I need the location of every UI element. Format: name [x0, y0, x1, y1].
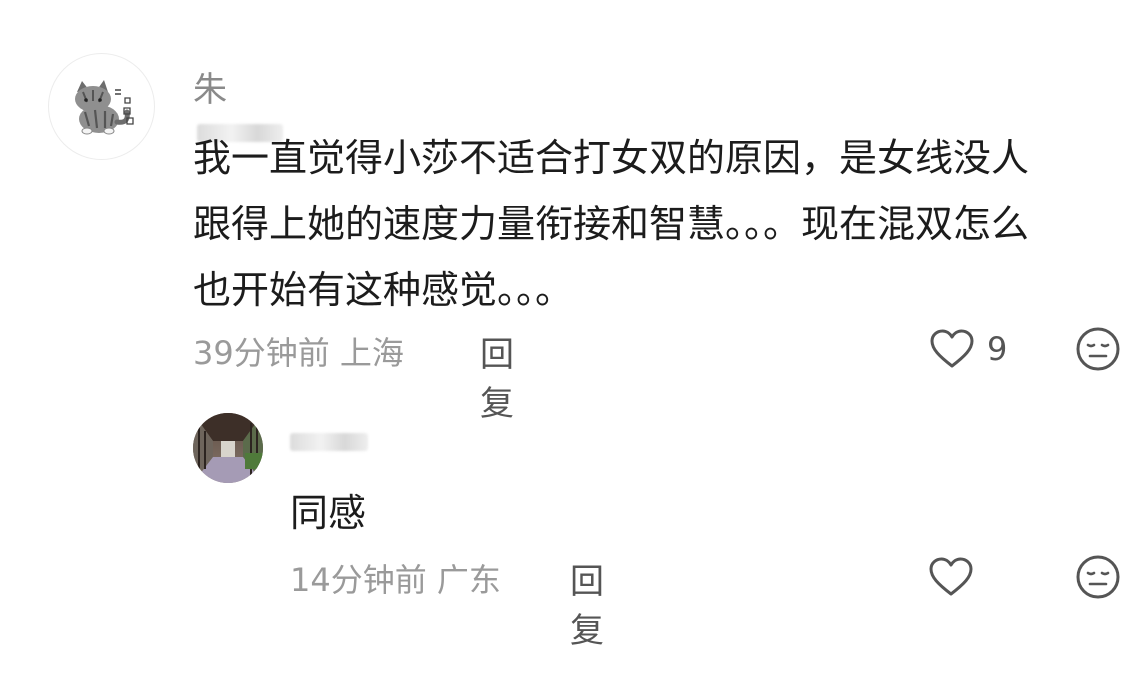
comment-location: 上海 — [339, 334, 404, 372]
meh-face-icon — [1076, 327, 1120, 371]
comment-meta: 39分钟前 上海 — [193, 328, 404, 374]
comment-time: 39分钟前 — [193, 334, 330, 372]
comment-text-line: 跟得上她的速度力量衔接和智慧。。。现在混双怎么 — [193, 202, 1030, 246]
heart-outline-icon — [930, 329, 974, 368]
meh-face-icon — [1076, 555, 1120, 599]
heart-outline-icon — [929, 557, 973, 596]
dislike-button[interactable] — [1075, 326, 1121, 376]
reply-button[interactable]: 回复 — [480, 327, 514, 425]
avatar[interactable] — [48, 53, 155, 160]
username-redaction — [290, 432, 368, 451]
like-button[interactable] — [928, 556, 974, 602]
reply-location: 广东 — [436, 561, 501, 599]
reply-username[interactable] — [290, 420, 368, 460]
reply-button[interactable]: 回复 — [570, 554, 604, 652]
reply-time: 14分钟前 — [290, 561, 427, 599]
avatar[interactable] — [193, 413, 263, 483]
comment-text-line: 也开始有这种感觉。。。 — [193, 268, 574, 312]
like-count: 9 — [987, 330, 1008, 368]
corridor-photo-avatar-icon — [193, 413, 263, 483]
username-visible: 朱 — [193, 70, 228, 110]
comment-text: 我一直觉得小莎不适合打女双的原因，是女线没人 跟得上她的速度力量衔接和智慧。。。… — [193, 125, 1029, 323]
comment-text-line: 我一直觉得小莎不适合打女双的原因，是女线没人 — [193, 136, 1030, 180]
like-button[interactable] — [929, 328, 975, 374]
cat-avatar-icon — [75, 80, 134, 135]
dislike-button[interactable] — [1075, 554, 1121, 604]
reply-text: 同感 — [290, 491, 367, 535]
reply-meta: 14分钟前 广东 — [290, 555, 501, 601]
